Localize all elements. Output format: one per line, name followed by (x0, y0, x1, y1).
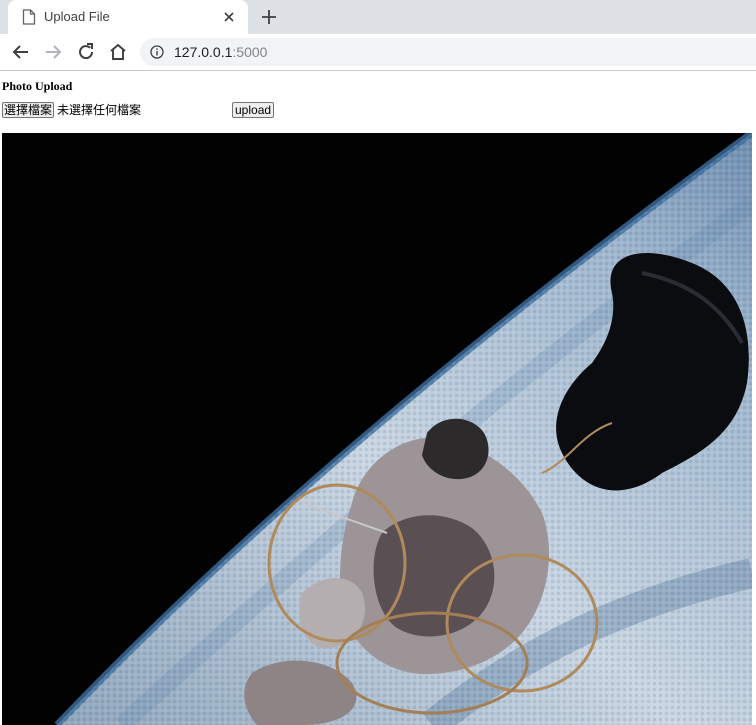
tab-title: Upload File (44, 9, 110, 24)
page-content: Photo Upload 選擇檔案 未選擇任何檔案 upload (0, 71, 756, 725)
info-icon[interactable] (150, 45, 164, 59)
browser-tab[interactable]: Upload File (8, 0, 248, 34)
url-host: 127.0.0.1 (174, 44, 233, 60)
file-status-text: 未選擇任何檔案 (57, 103, 142, 117)
forward-arrow-icon[interactable] (42, 41, 64, 63)
reload-icon[interactable] (75, 41, 97, 63)
plus-icon[interactable] (256, 6, 282, 28)
page-title: Photo Upload (2, 79, 73, 93)
back-arrow-icon[interactable] (10, 41, 32, 63)
choose-file-button[interactable]: 選擇檔案 (2, 102, 55, 118)
url-port: :5000 (232, 44, 268, 60)
close-icon[interactable] (220, 8, 238, 26)
address-bar[interactable]: 127.0.0.1:5000 (140, 38, 756, 66)
tab-strip: Upload File (0, 0, 756, 34)
page-icon (22, 9, 36, 25)
url-text: 127.0.0.1:5000 (174, 44, 267, 60)
uploaded-photo (2, 133, 752, 725)
home-icon[interactable] (107, 41, 129, 63)
upload-button[interactable]: upload (232, 102, 275, 118)
browser-toolbar: 127.0.0.1:5000 (0, 34, 756, 71)
